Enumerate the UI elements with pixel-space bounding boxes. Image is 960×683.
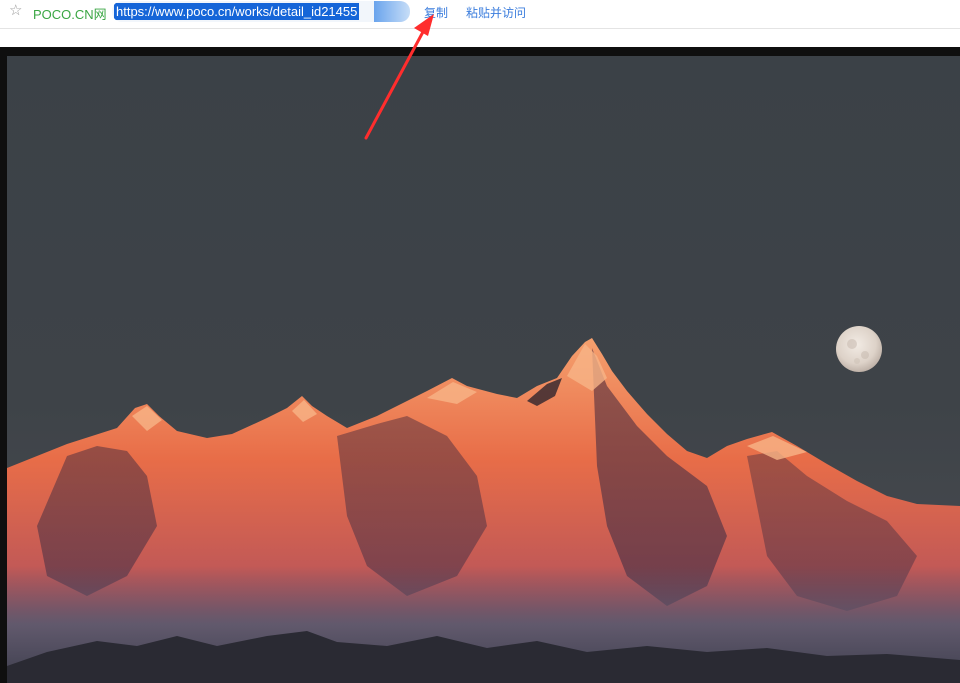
paste-and-visit-button[interactable]: 粘贴并访问 [466, 4, 526, 21]
copy-button[interactable]: 复制 [424, 4, 448, 21]
page-gap [0, 29, 960, 47]
url-text[interactable]: https://www.poco.cn/works/detail_id21455 [114, 3, 360, 20]
photo-frame [0, 47, 960, 683]
site-name: POCO.CN网 [33, 7, 107, 22]
star-icon[interactable]: ☆ [9, 3, 25, 19]
browser-toolbar: ☆ POCO.CN网 https://www.poco.cn/works/det… [0, 0, 960, 28]
url-overflow-fade [374, 1, 410, 22]
url-field[interactable]: https://www.poco.cn/works/detail_id21455 [112, 1, 410, 22]
moon [836, 326, 882, 372]
mountain-photo [7, 56, 960, 683]
